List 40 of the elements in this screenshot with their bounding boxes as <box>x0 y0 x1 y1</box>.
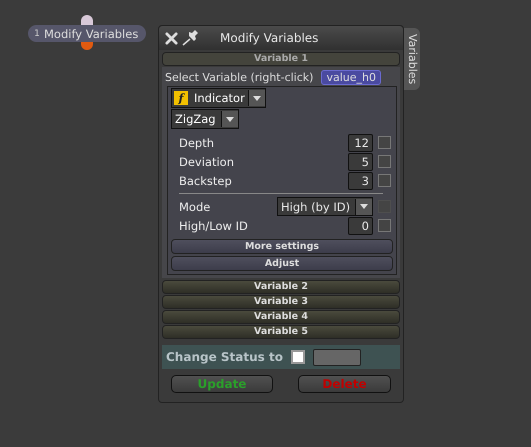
section-header[interactable]: Variable 3 <box>162 295 400 309</box>
window-title: Modify Variables <box>220 31 318 45</box>
section-header[interactable]: Variable 5 <box>162 325 400 339</box>
select-label: Select Variable (right-click) <box>165 70 314 84</box>
checkbox[interactable] <box>378 219 391 232</box>
number-field[interactable]: 5 <box>348 152 373 170</box>
settings-button[interactable]: Adjust <box>171 256 393 271</box>
output-port[interactable] <box>81 42 93 50</box>
param-label: Deviation <box>179 154 236 168</box>
section-header[interactable]: Variable 2 <box>162 280 400 294</box>
number-field[interactable]: 0 <box>348 216 373 234</box>
caret-icon <box>252 96 261 100</box>
node-number: 1 <box>33 28 41 38</box>
checkbox[interactable] <box>290 350 305 364</box>
variable-chip[interactable]: value_h0 <box>321 70 381 84</box>
checkbox[interactable] <box>378 155 391 168</box>
status-field[interactable] <box>312 348 361 366</box>
caret-icon <box>226 116 234 122</box>
settings-button[interactable]: More settings <box>171 239 393 254</box>
source-dropdown[interactable]: f Indicator <box>171 88 266 108</box>
param-label: Mode <box>179 200 212 214</box>
number-field[interactable]: 3 <box>348 172 373 190</box>
param-label: Backstep <box>179 174 233 188</box>
side-tab[interactable]: Variables <box>404 28 420 90</box>
checkbox[interactable] <box>378 136 391 149</box>
caret-icon <box>360 204 368 209</box>
close-icon[interactable] <box>165 32 178 44</box>
input-port[interactable] <box>81 15 93 25</box>
status-label: Change Status to <box>166 350 283 364</box>
checkbox[interactable] <box>378 174 391 187</box>
node[interactable]: 1 Modify Variables <box>28 25 146 42</box>
node-label: Modify Variables <box>44 26 138 40</box>
pin-icon[interactable] <box>182 30 200 46</box>
param-label: Depth <box>179 136 216 150</box>
section-header[interactable]: Variable 1 <box>162 52 400 66</box>
indicator-dropdown[interactable]: ZigZag <box>171 109 239 129</box>
number-field[interactable]: 12 <box>348 134 373 152</box>
section-header[interactable]: Variable 4 <box>162 310 400 324</box>
function-icon: f <box>174 91 188 105</box>
param-label: High/Low ID <box>179 218 249 232</box>
